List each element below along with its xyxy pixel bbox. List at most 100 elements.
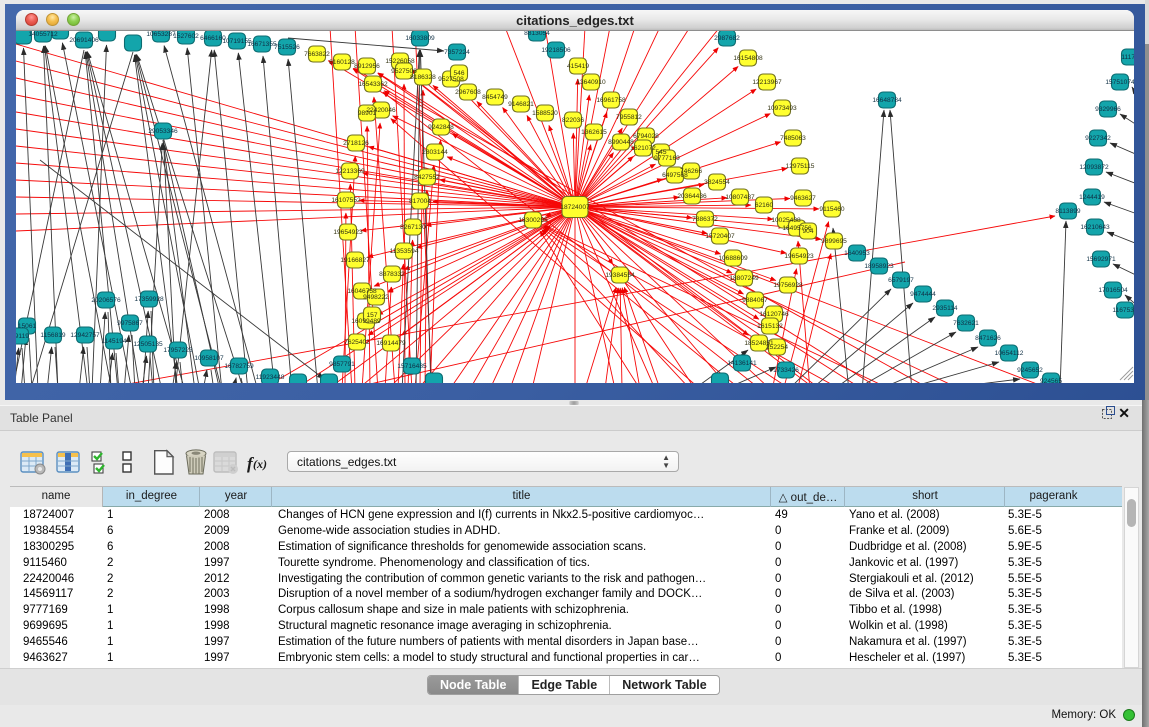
svg-text:9975867: 9975867 (117, 320, 143, 327)
svg-text:2718126: 2718126 (343, 140, 369, 147)
svg-text:8471626: 8471626 (975, 335, 1001, 342)
svg-text:8427552: 8427552 (414, 174, 440, 181)
svg-text:16154808: 16154808 (733, 55, 763, 62)
svg-text:8912956: 8912956 (354, 63, 380, 70)
svg-text:9498222: 9498222 (363, 294, 389, 301)
svg-text:9527508: 9527508 (438, 76, 464, 83)
svg-text:8267130: 8267130 (400, 224, 426, 231)
svg-text:8878332: 8878332 (379, 271, 405, 278)
svg-text:2803144: 2803144 (422, 149, 448, 156)
svg-text:7357224: 7357224 (444, 49, 470, 56)
svg-text:9329966: 9329966 (1095, 106, 1121, 113)
svg-text:7625402: 7625402 (344, 339, 370, 346)
svg-text:8813054: 8813054 (524, 31, 550, 37)
svg-text:9227342: 9227342 (1085, 135, 1111, 142)
svg-text:1733426: 1733426 (773, 367, 799, 374)
svg-text:15751074: 15751074 (1105, 79, 1134, 86)
svg-text:15226058: 15226058 (385, 58, 415, 65)
svg-text:16648784: 16648784 (872, 97, 902, 104)
svg-text:12975115: 12975115 (786, 163, 815, 170)
svg-text:252254: 252254 (766, 344, 788, 351)
svg-text:17957223: 17957223 (163, 347, 193, 354)
svg-text:13640910: 13640910 (576, 79, 606, 86)
svg-text:15692971: 15692971 (1086, 256, 1116, 263)
svg-text:11353594: 11353594 (390, 248, 419, 255)
svg-text:1588520: 1588520 (532, 110, 558, 117)
svg-text:1145194: 1145194 (101, 338, 127, 345)
svg-text:16961758: 16961758 (596, 97, 626, 104)
svg-text:19166827: 19166827 (340, 257, 370, 264)
svg-text:14055712: 14055712 (28, 31, 58, 38)
svg-text:822036: 822036 (562, 117, 584, 124)
svg-text:415419: 415419 (567, 63, 589, 70)
svg-text:20691406: 20691406 (69, 37, 99, 44)
svg-text:16782759: 16782759 (224, 363, 254, 370)
svg-text:1167531: 1167531 (1112, 307, 1134, 314)
svg-text:14136141: 14136141 (727, 360, 757, 367)
svg-text:8454749: 8454749 (482, 94, 508, 101)
svg-text:20206576: 20206576 (91, 297, 121, 304)
svg-text:10653287: 10653287 (146, 31, 176, 38)
svg-text:2967608: 2967608 (455, 89, 481, 96)
svg-text:20364436: 20364436 (677, 193, 707, 200)
svg-text:12213369: 12213369 (335, 168, 365, 175)
svg-text:12213967: 12213967 (752, 79, 782, 86)
svg-text:9242848: 9242848 (428, 124, 454, 131)
svg-text:39119: 39119 (16, 333, 29, 340)
svg-text:9899695: 9899695 (821, 238, 847, 245)
svg-text:10973493: 10973493 (767, 105, 797, 112)
svg-text:11173: 11173 (1121, 54, 1134, 61)
svg-text:7663822: 7663822 (304, 51, 330, 58)
svg-text:19756928: 19756928 (773, 282, 803, 289)
svg-text:7886372: 7886372 (692, 216, 718, 223)
svg-text:7955812: 7955812 (616, 114, 642, 121)
svg-text:16107552: 16107552 (331, 197, 361, 204)
svg-text:3824554: 3824554 (704, 179, 730, 186)
svg-text:9777169: 9777169 (654, 155, 680, 162)
svg-text:15061: 15061 (18, 323, 37, 330)
svg-text:19654923: 19654923 (784, 253, 814, 260)
svg-text:11923448: 11923448 (256, 374, 285, 381)
svg-text:19654923: 19654923 (333, 229, 363, 236)
svg-text:1615132: 1615132 (757, 323, 783, 330)
svg-text:9474444: 9474444 (910, 291, 936, 298)
svg-text:1244419: 1244419 (1079, 194, 1105, 201)
svg-text:9115460: 9115460 (819, 206, 845, 213)
svg-text:16671355: 16671355 (247, 41, 277, 48)
svg-text:9884067: 9884067 (742, 297, 768, 304)
svg-text:10025438: 10025438 (771, 217, 801, 224)
svg-text:19218506: 19218506 (541, 47, 571, 54)
svg-text:16099489: 16099489 (351, 318, 381, 325)
svg-text:8186328: 8186328 (410, 74, 436, 81)
svg-text:1527602: 1527602 (173, 33, 199, 40)
svg-text:10807487: 10807487 (725, 194, 755, 201)
svg-text:8160128: 8160128 (329, 59, 355, 66)
svg-text:18807249: 18807249 (729, 275, 759, 282)
svg-text:7485063: 7485063 (780, 135, 806, 142)
svg-text:817004: 817004 (409, 198, 431, 205)
svg-text:1362615: 1362615 (581, 129, 607, 136)
svg-text:16914479: 16914479 (376, 340, 406, 347)
svg-text:12505135: 12505135 (133, 341, 163, 348)
svg-text:1640953: 1640953 (844, 250, 870, 257)
svg-text:7515526: 7515526 (274, 44, 300, 51)
svg-text:62160: 62160 (755, 202, 774, 209)
svg-text:12093872: 12093872 (1079, 164, 1109, 171)
svg-text:1156819: 1156819 (40, 332, 66, 339)
svg-text:15716485: 15716485 (397, 363, 427, 370)
svg-text:9463627: 9463627 (790, 195, 816, 202)
svg-text:157: 157 (366, 312, 377, 319)
svg-text:16543362: 16543362 (358, 81, 388, 88)
svg-text:29053346: 29053346 (148, 128, 178, 135)
svg-text:1621072: 1621072 (630, 145, 656, 152)
svg-text:924565: 924565 (1040, 378, 1062, 383)
svg-text:9245652: 9245652 (1017, 367, 1043, 374)
svg-text:15720407: 15720407 (705, 233, 735, 240)
svg-text:2987682: 2987682 (714, 35, 740, 42)
svg-text:10688609: 10688609 (718, 255, 748, 262)
svg-text:18300295: 18300295 (518, 217, 548, 224)
svg-text:6579197: 6579197 (888, 277, 914, 284)
svg-text:12942757: 12942757 (70, 332, 100, 339)
svg-text:16033809: 16033809 (405, 35, 435, 42)
svg-text:10654112: 10654112 (995, 350, 1024, 357)
